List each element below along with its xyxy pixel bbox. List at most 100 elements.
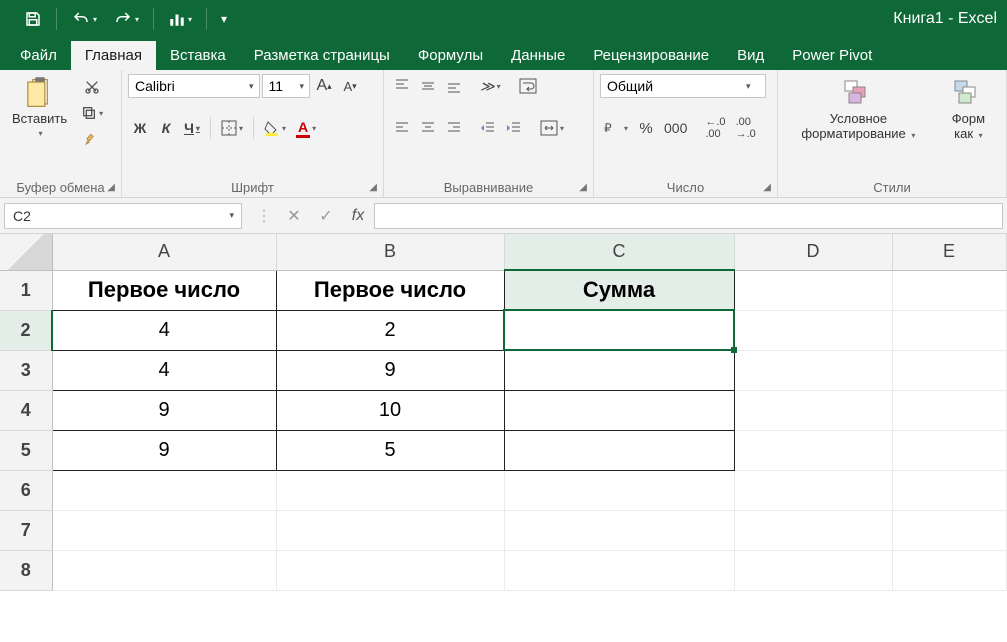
cell-d5[interactable] [734,430,892,470]
fill-color-button[interactable]: ▾ [260,116,290,140]
cell-c3[interactable] [504,350,734,390]
cancel-formula-button[interactable]: ✕ [278,203,310,229]
cell-e5[interactable] [892,430,1006,470]
cell-b2[interactable]: 2 [276,310,504,350]
name-box[interactable]: ▾ [4,203,242,229]
copy-button[interactable]: ▾ [77,102,107,124]
tab-powerpivot[interactable]: Power Pivot [778,41,886,70]
undo-dropdown[interactable]: ▾ [93,15,97,24]
underline-button[interactable]: Ч▾ [180,116,204,140]
tab-home[interactable]: Главная [71,41,156,70]
orientation-button[interactable]: ≫▾ [476,74,505,98]
align-bottom-button[interactable] [442,74,466,98]
cell-d8[interactable] [734,550,892,590]
tab-data[interactable]: Данные [497,41,579,70]
cell-c8[interactable] [504,550,734,590]
tab-formulas[interactable]: Формулы [404,41,497,70]
row-header-7[interactable]: 7 [0,510,52,550]
cell-b8[interactable] [276,550,504,590]
cell-e3[interactable] [892,350,1006,390]
qat-customize[interactable]: ▾ [215,0,232,38]
column-header-b[interactable]: B [276,234,504,270]
font-dialog-launcher[interactable]: ◢ [369,182,377,193]
cell-a6[interactable] [52,470,276,510]
row-header-5[interactable]: 5 [0,430,52,470]
cell-d6[interactable] [734,470,892,510]
font-color-button[interactable]: A▾ [292,116,320,140]
font-name-combo[interactable]: ▾ [128,74,260,98]
alignment-dialog-launcher[interactable]: ◢ [579,182,587,193]
select-all-corner[interactable] [0,234,52,270]
cell-b3[interactable]: 9 [276,350,504,390]
borders-button[interactable]: ▾ [217,116,247,140]
cell-e8[interactable] [892,550,1006,590]
decrease-font-button[interactable]: A▾ [338,74,362,98]
cut-button[interactable] [77,76,107,98]
increase-decimal-button[interactable]: ←.0.00 [701,116,729,140]
chart-dropdown[interactable]: ▾ [188,15,192,24]
increase-font-button[interactable]: A▴ [312,74,336,98]
cell-a1[interactable]: Первое число [52,270,276,310]
row-header-4[interactable]: 4 [0,390,52,430]
spreadsheet-grid[interactable]: A B C D E 1 Первое число Первое число Су… [0,234,1007,591]
conditional-formatting-button[interactable]: Условное форматирование ▾ [784,74,933,168]
cell-c4[interactable] [504,390,734,430]
row-header-6[interactable]: 6 [0,470,52,510]
undo-button[interactable]: ▾ [65,0,103,38]
cell-c2[interactable] [504,310,734,350]
align-right-button[interactable] [442,116,466,140]
cell-e2[interactable] [892,310,1006,350]
enter-formula-button[interactable]: ✓ [310,203,342,229]
format-as-table-button[interactable]: Форм как ▾ [937,74,1000,168]
cell-d4[interactable] [734,390,892,430]
format-painter-button[interactable] [77,128,107,150]
decrease-decimal-button[interactable]: .00→.0 [732,116,760,140]
comma-button[interactable]: 000 [660,116,691,140]
save-button[interactable] [18,0,48,38]
cell-b7[interactable] [276,510,504,550]
row-header-1[interactable]: 1 [0,270,52,310]
redo-dropdown[interactable]: ▾ [135,15,139,24]
paste-button[interactable]: Вставить ▾ [6,74,73,168]
cell-a2[interactable]: 4 [52,310,276,350]
cell-d2[interactable] [734,310,892,350]
tab-file[interactable]: Файл [6,41,71,70]
merge-center-button[interactable]: ▾ [536,116,568,140]
cell-b6[interactable] [276,470,504,510]
percent-button[interactable]: % [634,116,658,140]
number-dialog-launcher[interactable]: ◢ [763,182,771,193]
number-format-combo[interactable]: ▾ [600,74,766,98]
cell-e7[interactable] [892,510,1006,550]
wrap-text-button[interactable] [515,74,541,98]
row-header-3[interactable]: 3 [0,350,52,390]
align-left-button[interactable] [390,116,414,140]
align-middle-button[interactable] [416,74,440,98]
tab-page-layout[interactable]: Разметка страницы [240,41,404,70]
align-top-button[interactable] [390,74,414,98]
tab-view[interactable]: Вид [723,41,778,70]
cell-b5[interactable]: 5 [276,430,504,470]
accounting-format-button[interactable]: ₽▾ [600,116,632,140]
font-size-combo[interactable]: ▾ [262,74,311,98]
cell-d3[interactable] [734,350,892,390]
cell-c5[interactable] [504,430,734,470]
column-header-a[interactable]: A [52,234,276,270]
italic-button[interactable]: К [154,116,178,140]
align-center-button[interactable] [416,116,440,140]
cell-c6[interactable] [504,470,734,510]
cell-d7[interactable] [734,510,892,550]
redo-button[interactable]: ▾ [107,0,145,38]
cell-b1[interactable]: Первое число [276,270,504,310]
cell-a5[interactable]: 9 [52,430,276,470]
increase-indent-button[interactable] [502,116,526,140]
formula-input[interactable] [374,203,1003,229]
cell-a3[interactable]: 4 [52,350,276,390]
row-header-2[interactable]: 2 [0,310,52,350]
chart-button[interactable]: ▾ [162,0,198,38]
cell-b4[interactable]: 10 [276,390,504,430]
cell-a7[interactable] [52,510,276,550]
tab-insert[interactable]: Вставка [156,41,240,70]
cell-e6[interactable] [892,470,1006,510]
cell-a8[interactable] [52,550,276,590]
cell-c7[interactable] [504,510,734,550]
